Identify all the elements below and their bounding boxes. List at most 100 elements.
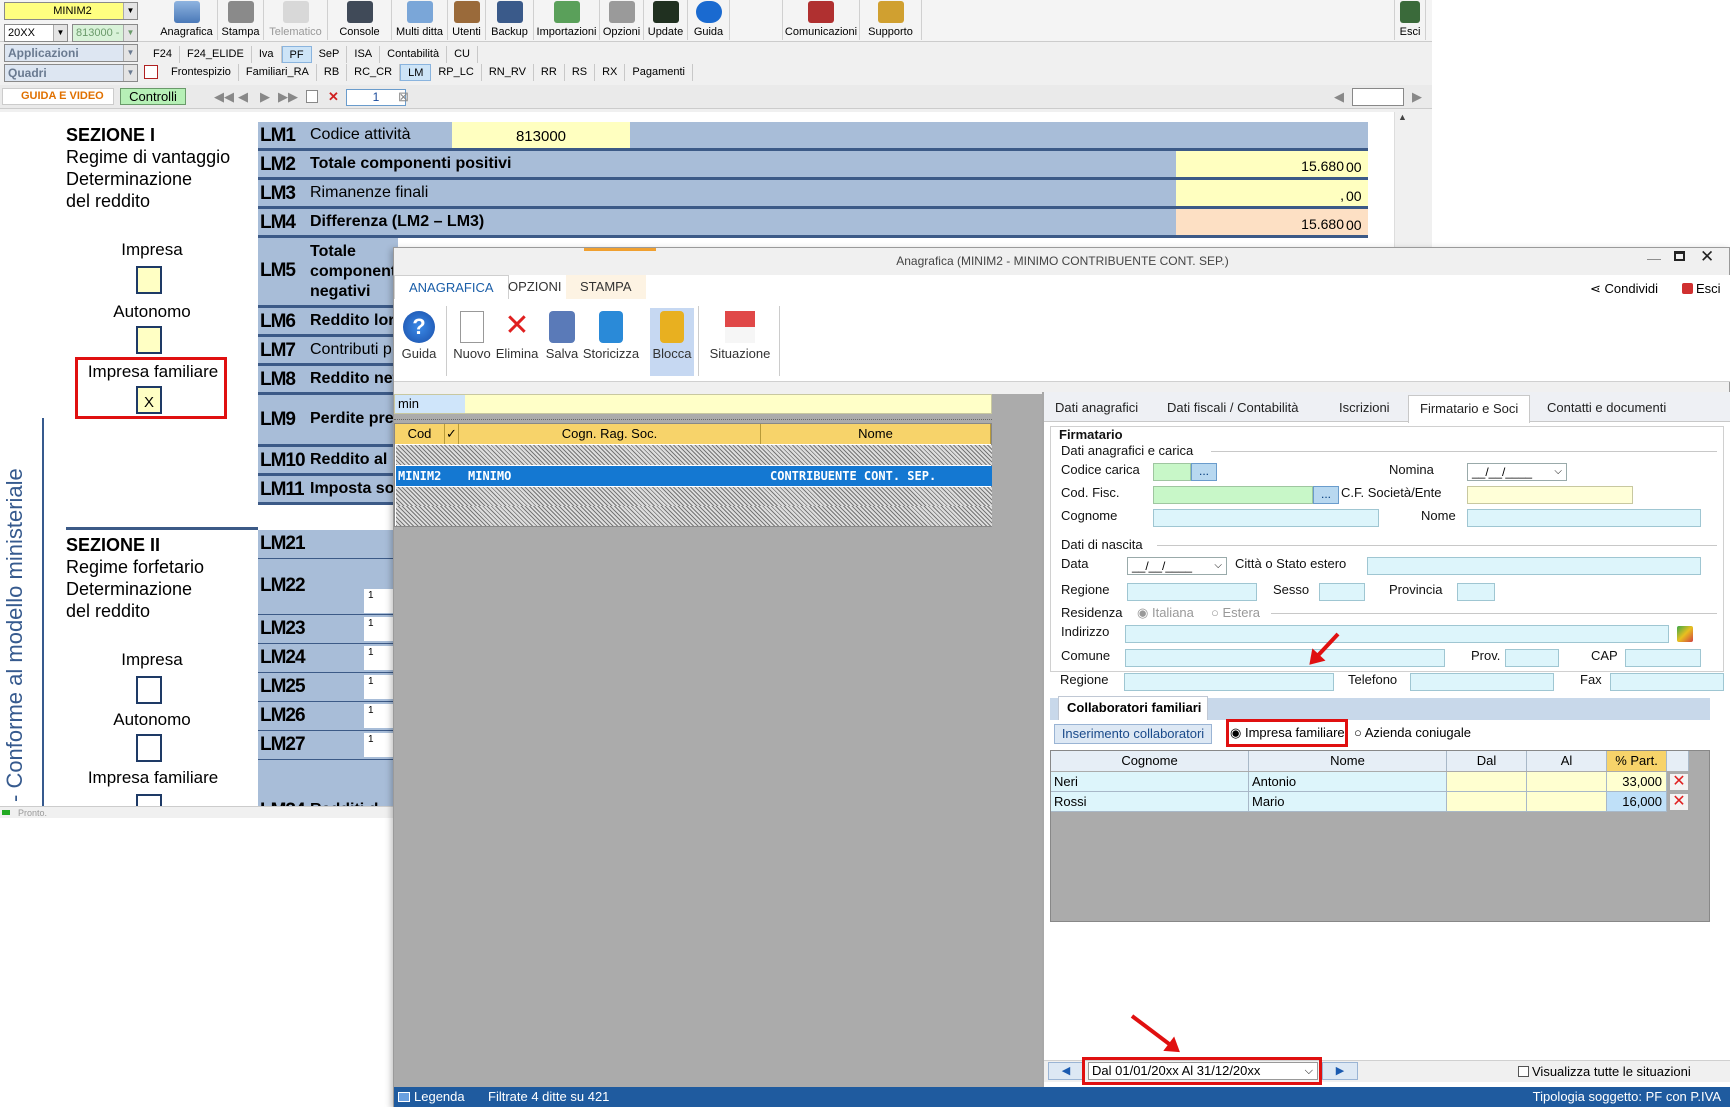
maximize-icon[interactable] (1674, 251, 1685, 261)
lm3-field[interactable]: , (1176, 180, 1368, 206)
chevron-down-icon[interactable]: ▼ (53, 25, 67, 41)
toolbar-importazioni-button[interactable]: Importazioni (534, 0, 600, 40)
toolbar-multiditta-button[interactable]: Multi ditta (392, 0, 448, 40)
data-nascita-field[interactable]: __/__/____ ⌵ (1127, 557, 1227, 575)
cell-cognome[interactable]: Rossi (1051, 792, 1249, 812)
telefono-field[interactable] (1410, 673, 1554, 691)
elimina-button[interactable]: ✕ Elimina (492, 308, 542, 374)
page-number-field[interactable]: 1 (346, 89, 406, 106)
tab-rs[interactable]: RS (565, 64, 596, 81)
tab-dati-anagrafici[interactable]: Dati anagrafici (1044, 395, 1149, 421)
col-part[interactable]: % Part. (1607, 751, 1667, 771)
nav-first-icon[interactable]: ◀◀ (214, 89, 234, 105)
nav-next-icon[interactable]: ▶ (260, 89, 270, 105)
tab-contatti[interactable]: Contatti e documenti (1536, 395, 1677, 421)
provincia-field[interactable] (1457, 583, 1495, 601)
scroll-up-icon[interactable]: ▲ (1395, 112, 1410, 122)
tab-rn-rv[interactable]: RN_RV (482, 64, 534, 81)
year-combo[interactable]: 20XX ▼ (4, 24, 68, 42)
table-row[interactable] (396, 487, 992, 507)
clear-icon[interactable]: ⊠ (398, 89, 409, 105)
legenda-label[interactable]: Legenda (414, 1087, 465, 1107)
delete-row-icon[interactable]: ✕ (1669, 793, 1689, 811)
chevron-down-icon[interactable]: ▼ (123, 65, 137, 81)
table-row[interactable] (396, 506, 992, 526)
situazione-button[interactable]: Situazione (704, 308, 776, 374)
col-check[interactable]: ✓ (445, 424, 459, 444)
regione-res-field[interactable] (1124, 673, 1334, 691)
impresa-checkbox[interactable] (136, 266, 162, 294)
company-combo[interactable]: MINIM2 ▼ (4, 2, 138, 20)
period-next-icon[interactable]: ▶ (1322, 1062, 1358, 1080)
scroll-left-icon[interactable]: ◀ (1334, 89, 1344, 105)
autonomo-checkbox-2[interactable] (136, 734, 162, 762)
nomina-date-field[interactable]: __/__/____ ⌵ (1467, 463, 1567, 481)
codice-carica-lookup-button[interactable]: ... (1191, 463, 1217, 481)
col-cogn[interactable]: Cogn. Rag. Soc. (459, 424, 761, 444)
toolbar-anagrafica-button[interactable]: Anagrafica (156, 0, 218, 40)
nav-prev-icon[interactable]: ◀ (238, 89, 248, 105)
citta-field[interactable] (1367, 557, 1701, 575)
chevron-down-icon[interactable]: ▼ (123, 25, 137, 41)
impresa-checkbox-2[interactable] (136, 676, 162, 704)
blocca-button[interactable]: Blocca (650, 308, 694, 376)
estera-radio[interactable]: ○ Estera (1211, 605, 1260, 620)
toolbar-opzioni-button[interactable]: Opzioni (600, 0, 644, 40)
delete-page-icon[interactable]: ✕ (328, 89, 339, 105)
tab-lm[interactable]: LM (400, 64, 432, 81)
esci-button[interactable]: Esci (1682, 281, 1721, 296)
tab-firmatario-soci[interactable]: Firmatario e Soci (1408, 395, 1531, 423)
cell-al[interactable] (1527, 792, 1607, 812)
tab-anagrafica[interactable]: ANAGRAFICA (394, 275, 509, 299)
condividi-button[interactable]: ⋖ Condividi (1590, 281, 1658, 297)
tab-rp-lc[interactable]: RP_LC (431, 64, 482, 81)
nav-last-icon[interactable]: ▶▶ (278, 89, 298, 105)
cell-cognome[interactable]: Neri (1051, 772, 1249, 792)
cognome-field[interactable] (1153, 509, 1379, 527)
pdf-icon[interactable] (144, 65, 158, 79)
comune-field[interactable] (1125, 649, 1445, 667)
chevron-down-icon[interactable]: ⌵ (1214, 558, 1222, 574)
cell-dal[interactable] (1447, 792, 1527, 812)
toolbar-telematico-button[interactable]: Telematico (264, 0, 328, 40)
codice-attivita-field[interactable]: 813000 (452, 122, 630, 148)
toolbar-comunicazioni-button[interactable]: Comunicazioni (782, 0, 860, 40)
tab-rx[interactable]: RX (595, 64, 626, 81)
cell-nome[interactable]: Mario (1249, 792, 1447, 812)
cell-al[interactable] (1527, 772, 1607, 792)
cell-part[interactable]: 33,000 (1607, 772, 1667, 792)
copy-page-icon[interactable] (306, 90, 318, 103)
period-prev-icon[interactable]: ◀ (1048, 1062, 1084, 1080)
quadri-combo[interactable]: Quadri ▼ (4, 64, 138, 82)
cf-societa-field[interactable] (1467, 486, 1633, 504)
toolbar-backup-button[interactable]: Backup (486, 0, 534, 40)
tab-isa[interactable]: ISA (347, 46, 381, 63)
tab-iva[interactable]: Iva (252, 46, 282, 63)
toolbar-esci-button[interactable]: Esci (1394, 0, 1426, 40)
chevron-down-icon[interactable]: ⌵ (1554, 464, 1562, 480)
toolbar-utenti-button[interactable]: Utenti (448, 0, 486, 40)
tab-iscrizioni[interactable]: Iscrizioni (1328, 395, 1401, 421)
guida-button[interactable]: ? Guida (394, 308, 444, 374)
inserimento-collaboratori-button[interactable]: Inserimento collaboratori (1054, 724, 1212, 744)
col-nome[interactable]: Nome (1249, 751, 1447, 771)
tab-opzioni[interactable]: OPZIONI (494, 275, 575, 299)
cell-dal[interactable] (1447, 772, 1527, 792)
table-row[interactable] (396, 445, 992, 465)
prov-field[interactable] (1505, 649, 1559, 667)
col-nome[interactable]: Nome (761, 424, 991, 444)
indirizzo-field[interactable] (1125, 625, 1669, 643)
tab-pagamenti[interactable]: Pagamenti (625, 64, 693, 81)
col-cognome[interactable]: Cognome (1051, 751, 1249, 771)
toolbar-update-button[interactable]: Update (644, 0, 688, 40)
tab-f24[interactable]: F24 (146, 46, 180, 63)
col-al[interactable]: Al (1527, 751, 1607, 771)
chevron-down-icon[interactable]: ▼ (123, 45, 137, 61)
fax-field[interactable] (1610, 673, 1724, 691)
applicazioni-combo[interactable]: Applicazioni ▼ (4, 44, 138, 62)
italiana-radio[interactable]: ◉ Italiana (1137, 605, 1194, 621)
legenda-icon[interactable] (398, 1092, 410, 1102)
map-icon[interactable] (1677, 626, 1693, 642)
toolbar-stampa-button[interactable]: Stampa (218, 0, 264, 40)
tab-cu[interactable]: CU (447, 46, 478, 63)
